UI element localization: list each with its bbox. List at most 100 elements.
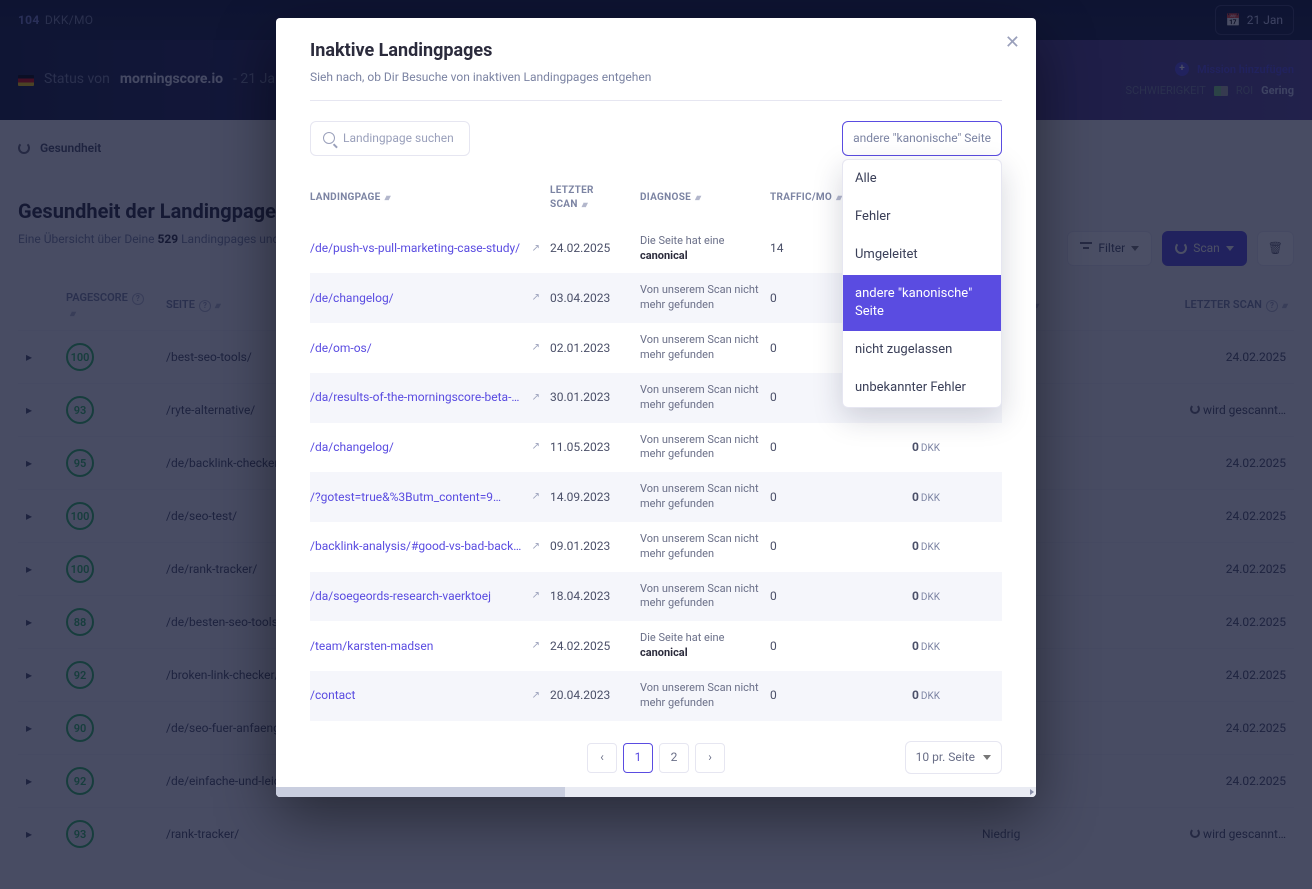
last-scan-cell: 09.01.2023 [550, 538, 630, 555]
pager-next-button[interactable]: › [695, 743, 725, 773]
col-diagnose[interactable]: DIAGNOSE [640, 192, 691, 203]
inactive-landingpages-modal: ✕ Inaktive Landingpages Sieh nach, ob Di… [276, 18, 1036, 797]
chevron-down-icon [983, 755, 991, 760]
landingpage-link[interactable]: /?gotest=true&%3Butm_content=9… [310, 489, 522, 506]
diagnosis-cell: Von unserem Scan nicht mehr gefunden [640, 383, 760, 413]
cost-cell: 0DKK [840, 638, 940, 655]
landingpage-cell: /?gotest=true&%3Butm_content=9… ↗ [310, 489, 540, 506]
diagnosis-cell: Von unserem Scan nicht mehr gefunden [640, 333, 760, 363]
filter-value: andere "kanonische" Seite [853, 131, 991, 145]
external-link-icon[interactable]: ↗ [532, 540, 540, 554]
filter-select-wrap: andere "kanonische" Seite AlleFehlerUmge… [842, 121, 1002, 156]
col-traffic[interactable]: TRAFFIC/MO [770, 192, 832, 203]
pager-page-button[interactable]: 2 [659, 743, 689, 773]
diagnosis-cell: Von unserem Scan nicht mehr gefunden [640, 681, 760, 711]
cost-cell: 0DKK [840, 687, 940, 704]
traffic-cell: 14 [770, 240, 830, 257]
pager-prev-button[interactable]: ‹ [587, 743, 617, 773]
landingpage-link[interactable]: /da/changelog/ [310, 439, 522, 456]
traffic-cell: 0 [770, 489, 830, 506]
landingpage-cell: /backlink-analysis/#good-vs-bad-backli… ↗ [310, 538, 540, 555]
landingpage-link[interactable]: /team/karsten-madsen [310, 638, 522, 655]
landingpage-cell: /da/soegeords-research-vaerktoej ↗ [310, 588, 540, 605]
table-row: /?gotest=true&%3Butm_content=9… ↗ 14.09.20… [310, 472, 1002, 522]
cost-cell: 0DKK [840, 489, 940, 506]
external-link-icon[interactable]: ↗ [532, 291, 540, 305]
table-row: /contact ↗ 20.04.2023 Von unserem Scan nich… [310, 671, 1002, 721]
landingpage-link[interactable]: /da/soegeords-research-vaerktoej [310, 588, 522, 605]
landingpage-link[interactable]: /de/om-os/ [310, 340, 522, 357]
diagnosis-cell: Von unserem Scan nicht mehr gefunden [640, 482, 760, 512]
external-link-icon[interactable]: ↗ [532, 440, 540, 454]
last-scan-cell: 18.04.2023 [550, 588, 630, 605]
dropdown-option[interactable]: unbekannter Fehler [843, 369, 1001, 407]
landingpage-link[interactable]: /contact [310, 687, 522, 704]
table-row: /team/karsten-madsen↗24.02.2025Die Seite… [310, 621, 1002, 671]
external-link-icon[interactable]: ↗ [532, 242, 540, 256]
diagnosis-cell: Von unserem Scan nicht mehr gefunden [640, 283, 760, 313]
landingpage-link[interactable]: /de/changelog/ [310, 290, 522, 307]
table-row: /da/changelog/ ↗ 11.05.2023 Von unserem Sca… [310, 423, 1002, 473]
col-landingpage[interactable]: LANDINGPAGE [310, 192, 381, 203]
sort-icon[interactable]: ▴▾ [582, 200, 586, 209]
dropdown-option[interactable]: nicht zugelassen [843, 331, 1001, 369]
landingpage-link[interactable]: /da/results-of-the-morningscore-beta-s… [310, 389, 522, 406]
close-icon[interactable]: ✕ [1005, 34, 1020, 52]
dropdown-option[interactable]: Umgeleitet [843, 236, 1001, 274]
page-size-label: 10 pr. Seite [916, 749, 975, 766]
modal-subtitle: Sieh nach, ob Dir Besuche von inaktiven … [310, 69, 1002, 86]
landingpage-link[interactable]: /backlink-analysis/#good-vs-bad-backli… [310, 538, 522, 555]
external-link-icon[interactable]: ↗ [532, 391, 540, 405]
cost-cell: 0DKK [840, 439, 940, 456]
dropdown-option[interactable]: Fehler [843, 198, 1001, 236]
traffic-cell: 0 [770, 340, 830, 357]
last-scan-cell: 03.04.2023 [550, 290, 630, 307]
page-size-select[interactable]: 10 pr. Seite [905, 741, 1002, 774]
landingpage-cell: /team/karsten-madsen ↗ [310, 638, 540, 655]
traffic-cell: 0 [770, 439, 830, 456]
landingpage-cell: /de/push-vs-pull-marketing-case-study/ ↗ [310, 240, 540, 257]
diagnosis-cell: Die Seite hat einecanonical [640, 234, 760, 264]
landingpage-cell: /de/om-os/ ↗ [310, 340, 540, 357]
diagnosis-cell: Von unserem Scan nicht mehr gefunden [640, 433, 760, 463]
search-input[interactable]: Landingpage suchen [310, 121, 470, 156]
landingpage-cell: /de/changelog/ ↗ [310, 290, 540, 307]
external-link-icon[interactable]: ↗ [532, 589, 540, 603]
last-scan-cell: 24.02.2025 [550, 240, 630, 257]
search-icon [323, 132, 335, 144]
traffic-cell: 0 [770, 687, 830, 704]
external-link-icon[interactable]: ↗ [532, 341, 540, 355]
diagnosis-cell: Die Seite hat einecanonical [640, 631, 760, 661]
landingpage-cell: /contact ↗ [310, 687, 540, 704]
last-scan-cell: 20.04.2023 [550, 687, 630, 704]
diagnosis-cell: Von unserem Scan nicht mehr gefunden [640, 582, 760, 612]
pager-page-button[interactable]: 1 [623, 743, 653, 773]
traffic-cell: 0 [770, 588, 830, 605]
traffic-cell: 0 [770, 290, 830, 307]
horizontal-scrollbar[interactable] [276, 787, 1036, 797]
external-link-icon[interactable]: ↗ [532, 490, 540, 504]
last-scan-cell: 14.09.2023 [550, 489, 630, 506]
table-row: /da/soegeords-research-vaerktoej ↗ 18.04.2… [310, 572, 1002, 622]
external-link-icon[interactable]: ↗ [532, 639, 540, 653]
search-placeholder: Landingpage suchen [343, 130, 454, 147]
last-scan-cell: 30.01.2023 [550, 389, 630, 406]
landingpage-cell: /da/results-of-the-morningscore-beta-s… ↗ [310, 389, 540, 406]
cost-cell: 0DKK [840, 588, 940, 605]
pager: ‹ 12 › 10 pr. Seite [310, 743, 1002, 773]
table-row: /backlink-analysis/#good-vs-bad-backli… ↗… [310, 522, 1002, 572]
last-scan-cell: 11.05.2023 [550, 439, 630, 456]
last-scan-cell: 02.01.2023 [550, 340, 630, 357]
sort-icon[interactable]: ▴▾ [385, 193, 389, 202]
dropdown-option[interactable]: Alle [843, 160, 1001, 198]
traffic-cell: 0 [770, 638, 830, 655]
modal-title: Inaktive Landingpages [310, 38, 1002, 63]
dropdown-option[interactable]: andere "kanonische" Seite [843, 275, 1001, 331]
diagnosis-filter-select[interactable]: andere "kanonische" Seite [842, 121, 1002, 156]
sort-icon[interactable]: ▴▾ [695, 193, 699, 202]
landingpage-cell: /da/changelog/ ↗ [310, 439, 540, 456]
landingpage-link[interactable]: /de/push-vs-pull-marketing-case-study/ [310, 240, 522, 257]
external-link-icon[interactable]: ↗ [532, 689, 540, 703]
traffic-cell: 0 [770, 389, 830, 406]
col-last-scan[interactable]: LETZTER SCAN [550, 185, 594, 210]
